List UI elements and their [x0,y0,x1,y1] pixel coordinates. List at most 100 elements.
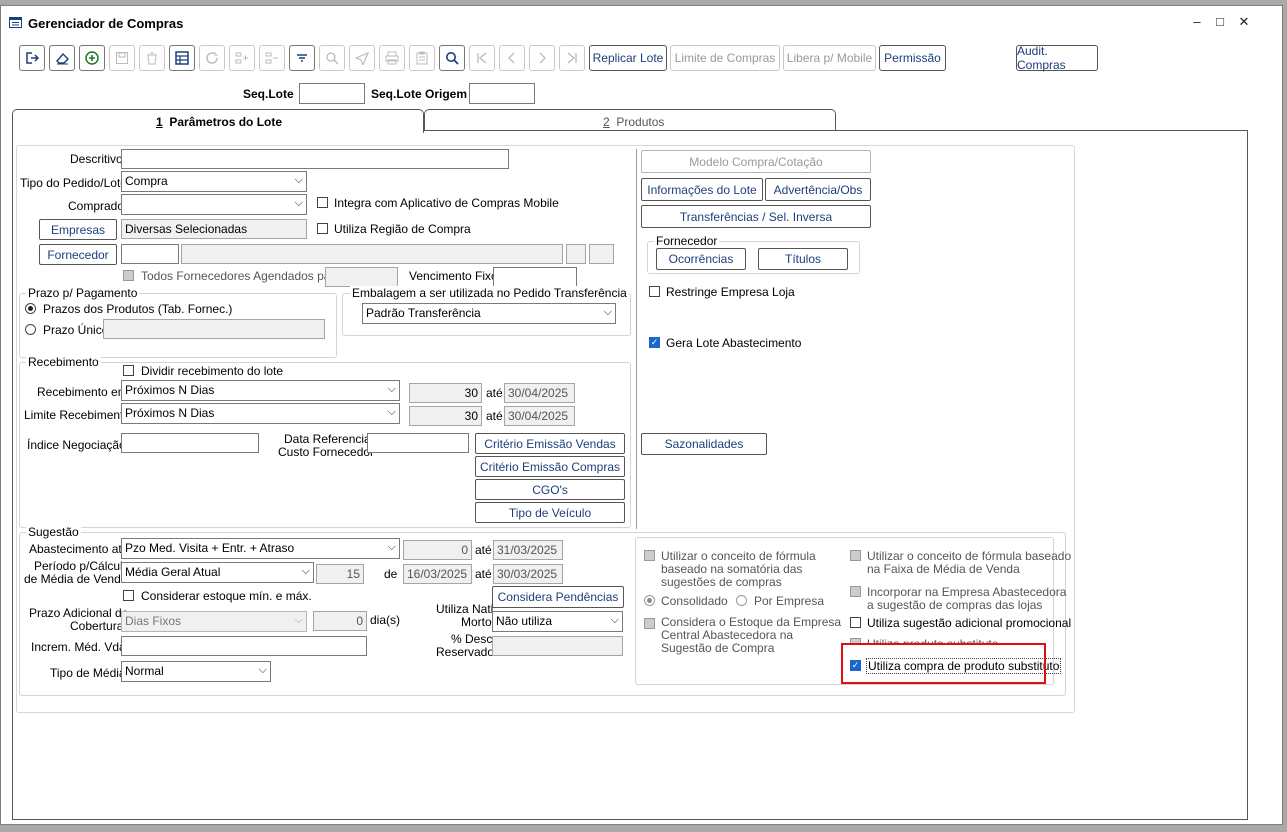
considera-pendencias-button[interactable]: Considera Pendências [492,586,624,608]
clear-button[interactable] [49,45,75,71]
next-record-button[interactable] [529,45,555,71]
refresh-button[interactable] [199,45,225,71]
media-venda-label: de Média de Venda [24,572,128,586]
save-button[interactable] [109,45,135,71]
empresas-field[interactable]: Diversas Selecionadas [121,219,307,239]
limite-recebimento-select[interactable]: Próximos N Dias ⌵ [121,403,400,424]
prazo-unico-label: Prazo Único [43,323,109,337]
filter-button[interactable] [289,45,315,71]
empresas-button[interactable]: Empresas [39,219,117,240]
insert-row-button[interactable] [229,45,255,71]
clipboard-button[interactable] [409,45,435,71]
nati-morto-select[interactable]: Não utiliza ⌵ [492,611,623,632]
replicar-lote-button[interactable]: Replicar Lote [589,45,667,71]
utiliza-regiao-checkbox[interactable] [317,223,328,234]
comprador-select[interactable]: ⌵ [121,194,307,215]
considera-estoque-label-2: Central Abastecedora na [661,628,794,642]
search-settings-button[interactable] [319,45,345,71]
fornecedor-code-input[interactable] [121,244,179,264]
advertencia-button[interactable]: Advertência/Obs [765,178,871,201]
add-button[interactable] [79,45,105,71]
cgos-button[interactable]: CGO's [475,479,625,500]
tipo-pedido-value: Compra [125,174,168,188]
tipo-media-select[interactable]: Normal ⌵ [121,661,271,682]
seq-lote-input[interactable] [299,83,365,104]
grid-button[interactable] [169,45,195,71]
minimize-button[interactable]: – [1188,14,1206,29]
sazonalidades-button[interactable]: Sazonalidades [641,433,767,455]
formula-faixa-checkbox[interactable] [850,550,861,561]
todos-fornecedores-checkbox[interactable] [123,270,134,281]
fornecedor-button[interactable]: Fornecedor [39,244,117,265]
considera-estoque-central-checkbox[interactable] [644,618,655,629]
search-gear-icon [326,52,339,65]
nati-morto-label: Utiliza Nati [436,602,494,616]
recebimento-em-select[interactable]: Próximos N Dias ⌵ [121,380,400,401]
incorporar-checkbox[interactable] [850,586,861,597]
increm-input[interactable] [121,636,367,656]
vencimento-fixo-input[interactable] [493,267,577,287]
chevron-down-icon: ⌵ [258,664,267,676]
periodo-de-date: 16/03/2025 [403,564,472,584]
embalagem-select[interactable]: Padrão Transferência ⌵ [362,303,616,324]
ocorrencias-button[interactable]: Ocorrências [656,248,746,270]
transferencias-button[interactable]: Transferências / Sel. Inversa [641,205,871,228]
previous-record-button[interactable] [499,45,525,71]
dividir-recebimento-checkbox[interactable] [123,365,134,376]
seq-lote-origem-input[interactable] [469,83,535,104]
fornecedor-extra-2 [589,244,614,264]
consolidado-radio[interactable] [644,595,655,606]
prazo-unico-radio[interactable] [25,324,36,335]
send-button[interactable] [349,45,375,71]
eraser-icon [56,52,69,65]
print-button[interactable] [379,45,405,71]
delete-button[interactable] [139,45,165,71]
abastecimento-value: Pzo Med. Visita + Entr. + Atraso [125,541,295,555]
formula-somatoria-checkbox[interactable] [644,550,655,561]
prazos-produtos-radio[interactable] [25,303,36,314]
integra-mobile-checkbox[interactable] [317,197,328,208]
search-button[interactable] [439,45,465,71]
indice-negociacao-label: Índice Negociação [27,438,126,452]
close-button[interactable]: ✕ [1235,14,1253,30]
criterio-vendas-button[interactable]: Critério Emissão Vendas [475,433,625,454]
audit-compras-button[interactable]: Audit. Compras [1016,44,1098,72]
considerar-estoque-checkbox[interactable] [123,590,134,601]
tab-produtos[interactable]: 2 Produtos [424,109,836,131]
informacoes-lote-button[interactable]: Informações do Lote [641,178,763,201]
modelo-compra-button[interactable]: Modelo Compra/Cotação [641,150,871,173]
gera-lote-label: Gera Lote Abastecimento [666,336,802,350]
libera-mobile-button[interactable]: Libera p/ Mobile [783,45,876,71]
recebimento-dias-input[interactable]: 30 [409,383,482,403]
periodo-select[interactable]: Média Geral Atual ⌵ [121,562,314,583]
gera-lote-checkbox[interactable]: ✓ [649,337,660,348]
data-referencia-input[interactable] [367,433,469,453]
abastecimento-select[interactable]: Pzo Med. Visita + Entr. + Atraso ⌵ [121,538,400,559]
todos-fornecedores-date [325,267,398,287]
restringe-empresa-checkbox[interactable] [649,286,660,297]
descritivo-input[interactable] [121,149,509,169]
periodo-de-label: de [384,567,398,581]
first-icon [477,52,487,64]
permissao-button[interactable]: Permissão [879,45,946,71]
criterio-compras-button[interactable]: Critério Emissão Compras [475,456,625,477]
indice-negociacao-input[interactable] [121,433,259,453]
maximize-button[interactable]: □ [1211,14,1229,29]
last-record-button[interactable] [559,45,585,71]
limite-dias-input[interactable]: 30 [409,406,482,426]
first-record-button[interactable] [469,45,495,71]
sugestao-promocional-checkbox[interactable] [850,617,861,628]
remove-row-button[interactable] [259,45,285,71]
prazo-adicional-select[interactable]: Dias Fixos ⌵ [121,611,307,632]
por-empresa-radio[interactable] [736,595,747,606]
recebimento-ate-label: até [486,386,503,400]
tipo-veiculo-button[interactable]: Tipo de Veículo [475,502,625,523]
active-tab-joint [13,130,423,132]
dividir-recebimento-label: Dividir recebimento do lote [141,364,284,378]
exit-button[interactable] [19,45,45,71]
restringe-empresa-label: Restringe Empresa Loja [666,285,795,299]
tipo-pedido-select[interactable]: Compra ⌵ [121,171,307,192]
limite-compras-button[interactable]: Limite de Compras [670,45,780,71]
save-icon [116,52,128,64]
titulos-button[interactable]: Títulos [758,248,848,270]
